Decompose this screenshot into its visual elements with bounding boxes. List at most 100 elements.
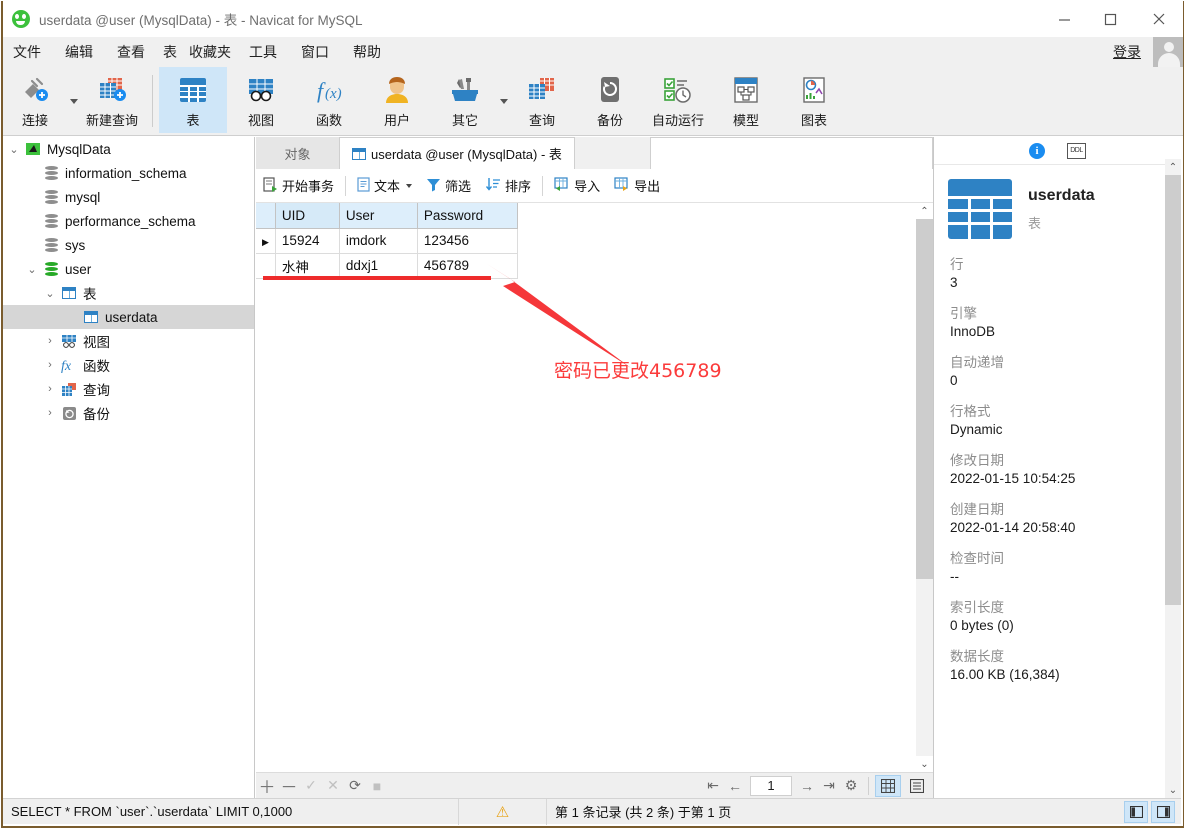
property-rows: 索引长度 0 bytes (0) <box>950 596 1181 633</box>
tree-node-backups-folder[interactable]: › 备份 <box>3 401 254 425</box>
minimize-icon[interactable] <box>1041 1 1087 37</box>
refresh-icon[interactable]: ⟳ <box>344 773 366 799</box>
tree-node-performance-schema[interactable]: performance_schema <box>3 209 254 233</box>
text-button[interactable]: 文本 <box>350 169 419 203</box>
maximize-icon[interactable] <box>1087 1 1133 37</box>
form-view-icon[interactable] <box>904 775 930 797</box>
toggle-left-panel-icon[interactable] <box>1124 800 1148 823</box>
tree-node-userdata[interactable]: userdata <box>3 305 254 329</box>
menu-item-file[interactable]: 文件 <box>1 37 53 67</box>
toolbar-button-other[interactable]: 其它 <box>431 67 499 133</box>
delete-row-icon[interactable]: － <box>278 773 300 799</box>
toolbar-label-table: 表 <box>186 113 200 128</box>
object-tree[interactable]: ⌄ MysqlData information_schema mysql per… <box>3 137 255 798</box>
info-panel-scrollbar[interactable]: ⌃ ⌄ <box>1165 159 1181 798</box>
cancel-change-icon[interactable]: ✕ <box>322 773 344 799</box>
toolbar-button-automation[interactable]: 自动运行 <box>644 67 712 133</box>
cell-user[interactable]: ddxj1 <box>339 253 418 279</box>
toolbar-button-model[interactable]: 模型 <box>712 67 780 133</box>
chevron-down-icon[interactable]: ⌄ <box>5 143 23 156</box>
column-header-user[interactable]: User <box>339 203 418 229</box>
toolbar-button-connection[interactable]: 连接 <box>1 67 69 133</box>
gridbar-separator-2 <box>542 175 544 196</box>
column-header-uid[interactable]: UID <box>275 203 340 229</box>
property-rows: 创建日期 2022-01-14 20:58:40 <box>950 498 1181 535</box>
export-button[interactable]: 导出 <box>607 169 667 203</box>
tree-node-sys[interactable]: sys <box>3 233 254 257</box>
chevron-right-icon[interactable]: › <box>41 407 59 419</box>
scroll-up-icon[interactable]: ⌃ <box>1165 159 1181 175</box>
toolbar-button-user[interactable]: 用户 <box>363 67 431 133</box>
table-row[interactable]: 水神 ddxj1 456789 <box>256 253 518 279</box>
tree-node-information-schema[interactable]: information_schema <box>3 161 254 185</box>
chevron-right-icon[interactable]: › <box>41 383 59 395</box>
menu-item-favorites[interactable]: 收藏夹 <box>183 37 237 67</box>
tree-label: 视图 <box>83 335 110 350</box>
toolbar-button-query[interactable]: 查询 <box>508 67 576 133</box>
first-page-icon[interactable]: ⇤ <box>702 773 724 799</box>
other-dropdown-caret[interactable] <box>499 67 508 127</box>
chevron-right-icon[interactable]: › <box>41 359 59 371</box>
login-link[interactable]: 登录 <box>1113 42 1141 62</box>
toggle-right-panel-icon[interactable] <box>1151 800 1175 823</box>
menu-item-table[interactable]: 表 <box>157 37 183 67</box>
cell-uid[interactable]: 水神 <box>275 253 340 279</box>
scroll-down-icon[interactable]: ⌄ <box>1165 782 1181 798</box>
menu-item-window[interactable]: 窗口 <box>289 37 341 67</box>
grid-vertical-scrollbar[interactable]: ⌃ ⌄ <box>915 203 933 772</box>
toolbar-button-table[interactable]: 表 <box>159 67 227 133</box>
connection-dropdown-caret[interactable] <box>69 67 78 127</box>
table-row[interactable]: ▶ 15924 imdork 123456 <box>256 228 518 254</box>
menu-item-view[interactable]: 查看 <box>105 37 157 67</box>
scrollbar-thumb[interactable] <box>916 219 933 579</box>
scroll-down-icon[interactable]: ⌄ <box>916 756 933 772</box>
sort-button[interactable]: 排序 <box>478 169 538 203</box>
page-number-input[interactable]: 1 <box>750 775 792 796</box>
scroll-up-icon[interactable]: ⌃ <box>916 203 933 219</box>
chevron-down-icon[interactable]: ⌄ <box>41 287 59 300</box>
cell-uid[interactable]: 15924 <box>275 228 340 254</box>
toolbar-button-backup[interactable]: 备份 <box>576 67 644 133</box>
text-dropdown-caret[interactable] <box>406 183 413 188</box>
toolbar-button-view[interactable]: 视图 <box>227 67 295 133</box>
tab-objects[interactable]: 对象 <box>256 137 340 169</box>
import-button[interactable]: 导入 <box>547 169 607 203</box>
scrollbar-thumb[interactable] <box>1165 175 1181 605</box>
stop-icon[interactable]: ■ <box>366 773 388 799</box>
next-page-icon[interactable]: → <box>796 773 818 799</box>
chevron-down-icon[interactable]: ⌄ <box>23 263 41 276</box>
menu-item-tools[interactable]: 工具 <box>237 37 289 67</box>
cell-user[interactable]: imdork <box>339 228 418 254</box>
tab-userdata[interactable]: userdata @user (MysqlData) - 表 <box>340 137 575 169</box>
begin-transaction-button[interactable]: 开始事务 <box>256 169 341 203</box>
view-icon <box>244 74 278 106</box>
tree-node-user[interactable]: ⌄ user <box>3 257 254 281</box>
chevron-right-icon[interactable]: › <box>41 335 59 347</box>
toolbar-button-new-query[interactable]: 新建查询 <box>78 67 146 133</box>
tree-node-mysqldata[interactable]: ⌄ MysqlData <box>3 137 254 161</box>
avatar[interactable] <box>1153 37 1184 67</box>
tree-node-queries-folder[interactable]: › 查询 <box>3 377 254 401</box>
tree-node-functions-folder[interactable]: › fx 函数 <box>3 353 254 377</box>
grid-view-icon[interactable] <box>875 774 901 797</box>
toolbar-button-chart[interactable]: 图表 <box>780 67 848 133</box>
apply-change-icon[interactable]: ✓ <box>300 773 322 799</box>
menu-item-help[interactable]: 帮助 <box>341 37 393 67</box>
last-page-icon[interactable]: ⇥ <box>818 773 840 799</box>
add-row-icon[interactable]: ＋ <box>256 773 278 799</box>
warning-icon[interactable]: ⚠ <box>459 798 547 825</box>
tree-node-tables-folder[interactable]: ⌄ 表 <box>3 281 254 305</box>
gridbar-separator-1 <box>345 175 347 196</box>
toolbar-button-function[interactable]: f (x) 函数 <box>295 67 363 133</box>
column-header-password[interactable]: Password <box>417 203 518 229</box>
tree-node-views-folder[interactable]: › 视图 <box>3 329 254 353</box>
cell-password[interactable]: 123456 <box>417 228 518 254</box>
ddl-icon[interactable]: DDL <box>1067 142 1086 159</box>
menu-item-edit[interactable]: 编辑 <box>53 37 105 67</box>
prev-page-icon[interactable]: ← <box>724 773 746 799</box>
filter-button[interactable]: 筛选 <box>419 169 478 203</box>
tree-node-mysql[interactable]: mysql <box>3 185 254 209</box>
info-icon[interactable]: i <box>1029 142 1045 159</box>
close-icon[interactable] <box>1133 1 1184 37</box>
gear-icon[interactable]: ⚙ <box>840 773 862 799</box>
